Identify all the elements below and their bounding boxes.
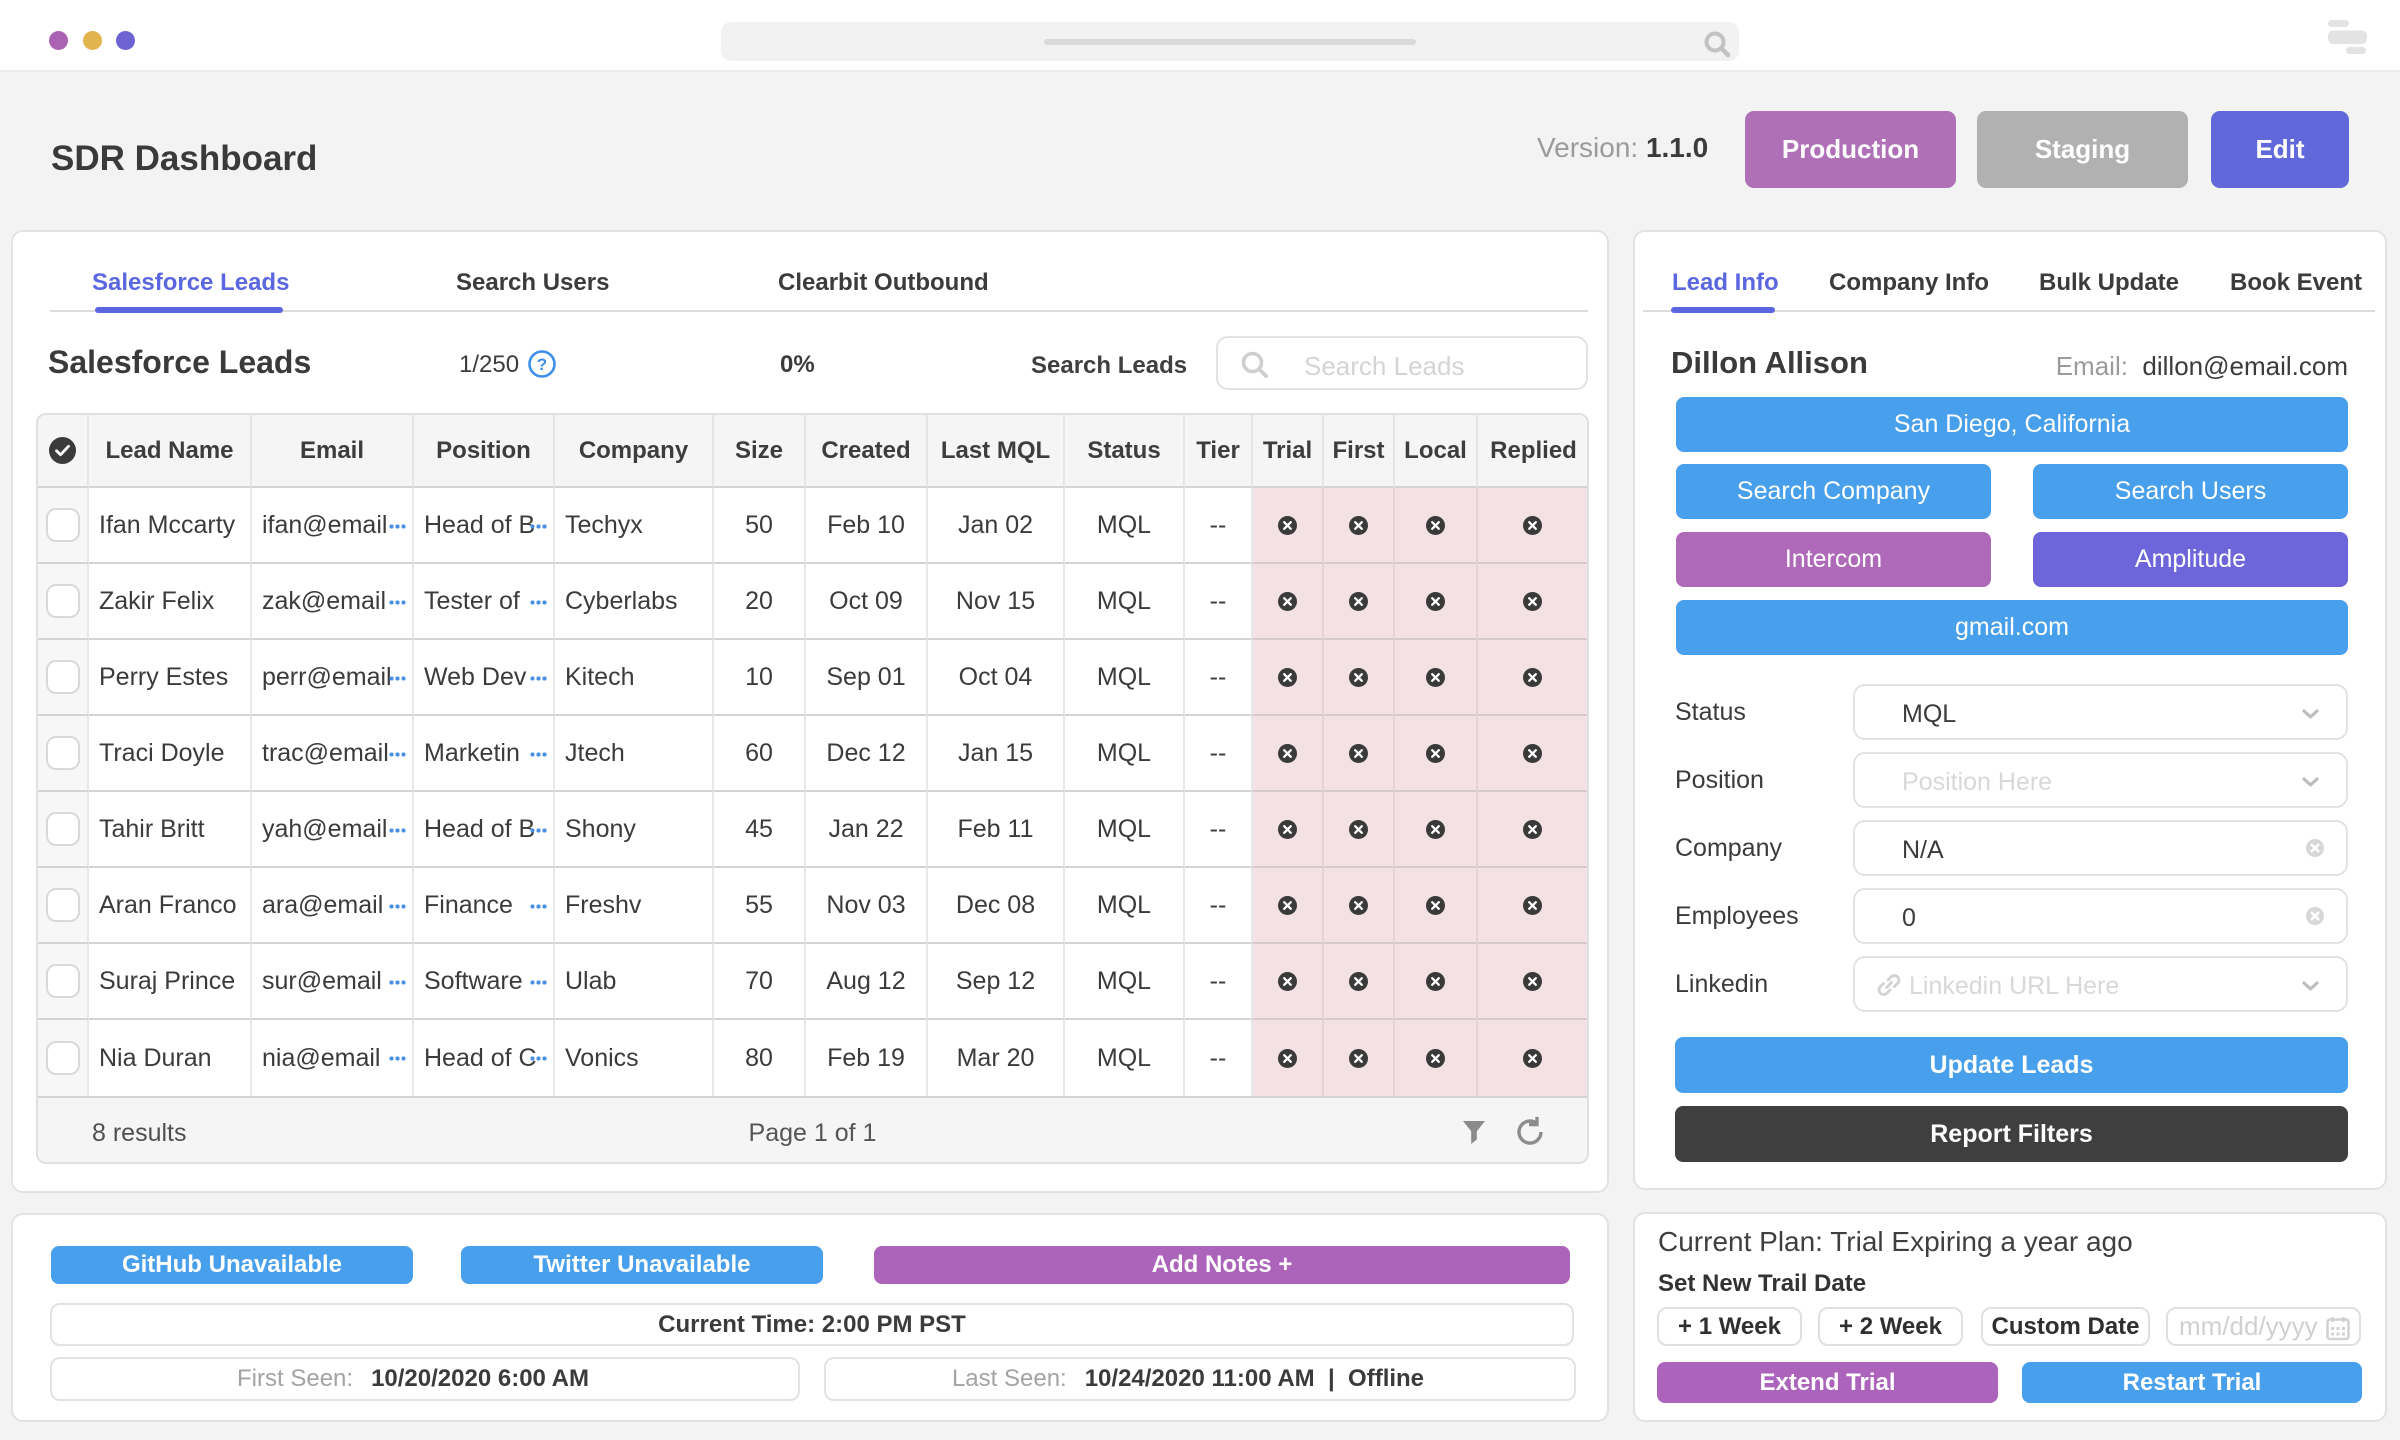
svg-text:?: ? bbox=[537, 355, 547, 374]
